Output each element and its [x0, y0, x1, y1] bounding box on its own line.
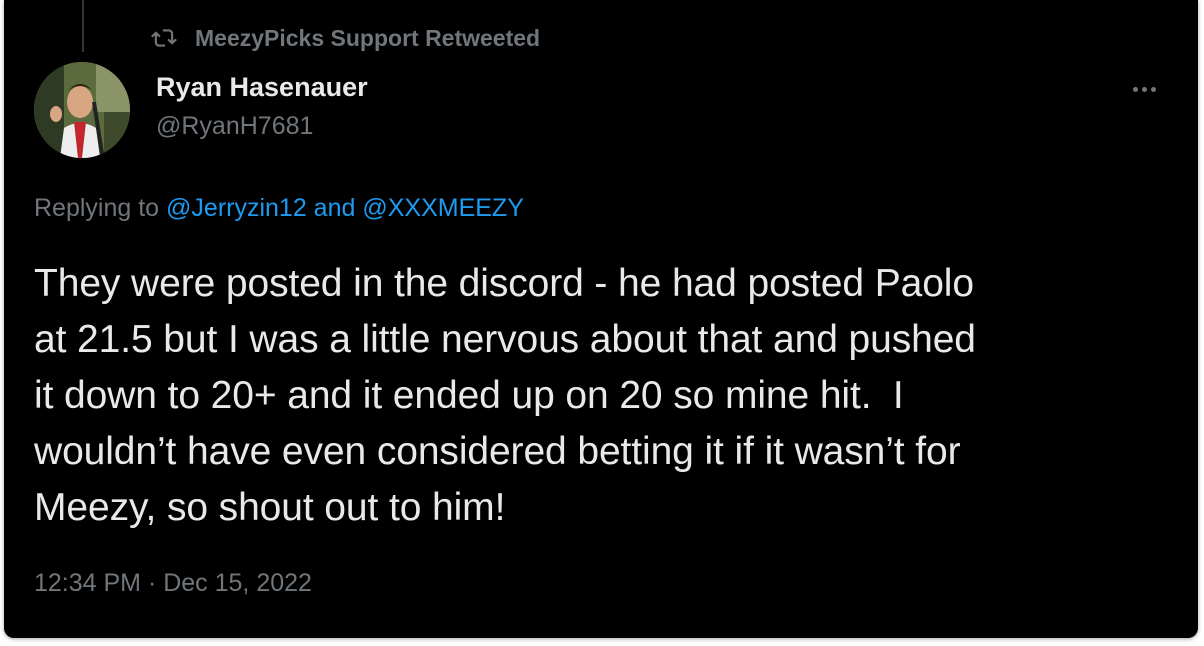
tweet-line: Meezy, so shout out to him!	[34, 486, 506, 529]
mention-xxxmeezy[interactable]: @XXXMEEZY	[362, 194, 524, 222]
more-dot	[1132, 86, 1138, 92]
tweet-text: They were posted in the discord - he had…	[34, 256, 1174, 536]
tweet-line: at 21.5 but I was a little nervous about…	[34, 318, 976, 361]
more-dot	[1150, 86, 1156, 92]
tweet-line: They were posted in the discord - he had…	[34, 262, 974, 305]
retweet-icon	[151, 29, 177, 47]
tweet-timestamp[interactable]: 12:34 PM · Dec 15, 2022	[34, 569, 312, 598]
mention-conjunction: and	[306, 194, 363, 222]
replying-to-prefix: Replying to	[34, 194, 167, 222]
retweet-label[interactable]: MeezyPicks Support Retweeted	[195, 25, 540, 52]
tweet-line: it down to 20+ and it ended up on 20 so …	[34, 374, 904, 417]
thread-connector-line	[82, 0, 84, 52]
more-options-icon[interactable]	[1124, 76, 1164, 102]
replying-to: Replying to @Jerryzin12 and @XXXMEEZY	[34, 194, 524, 223]
retweet-indicator: MeezyPicks Support Retweeted	[151, 24, 540, 52]
more-dot	[1141, 86, 1147, 92]
avatar-photo	[34, 62, 130, 158]
avatar[interactable]	[34, 62, 130, 158]
tweet-card: MeezyPicks Support Retweeted Ryan Hasena…	[4, 0, 1198, 638]
mention-jerryzin12[interactable]: @Jerryzin12	[166, 194, 307, 222]
author-name[interactable]: Ryan Hasenauer	[156, 72, 368, 103]
tweet-line: wouldn’t have even considered betting it…	[34, 430, 961, 473]
author-handle[interactable]: @RyanH7681	[156, 112, 313, 141]
